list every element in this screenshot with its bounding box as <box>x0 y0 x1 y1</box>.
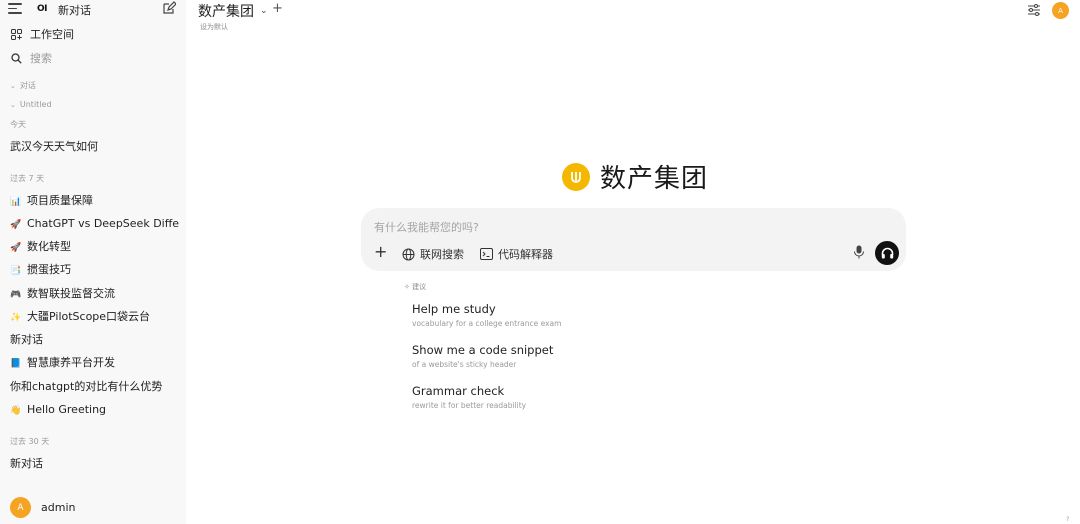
group-label-7days: 过去 7 天 <box>10 174 45 183</box>
add-model-button[interactable]: + <box>272 1 283 16</box>
group-label-today: 今天 <box>10 120 26 129</box>
microphone-icon[interactable] <box>853 245 865 259</box>
menu-icon[interactable] <box>8 3 22 15</box>
user-menu[interactable]: A admin <box>10 497 75 518</box>
game-controller-icon: 🎮 <box>10 290 22 300</box>
sidebar-workspace[interactable]: 工作空间 <box>0 24 186 44</box>
suggestion-item[interactable]: Help me study vocabulary for a college e… <box>412 302 612 328</box>
chat-input[interactable]: 有什么我能帮您的吗? <box>374 219 479 235</box>
group-label-30days: 过去 30 天 <box>10 437 50 446</box>
chat-item[interactable]: 📑 掼蛋技巧 <box>10 261 180 279</box>
sidebar-search[interactable]: 搜索 <box>0 48 186 68</box>
terminal-icon <box>480 248 493 260</box>
workspace-label: 工作空间 <box>30 28 74 41</box>
chat-item[interactable]: 🎮 数智联投监督交流 <box>10 285 180 303</box>
chat-item[interactable]: 新对话 <box>10 455 180 473</box>
user-name: admin <box>41 501 76 514</box>
chevron-down-icon: ⌄ <box>10 101 16 109</box>
plus-icon[interactable]: + <box>374 244 387 260</box>
brand-name: 数产集团 <box>600 164 709 194</box>
globe-icon <box>402 248 415 260</box>
card-icon: 📑 <box>10 266 22 276</box>
chart-icon: 📊 <box>10 197 22 207</box>
search-icon <box>10 52 22 64</box>
avatar[interactable]: A <box>1052 2 1069 19</box>
suggestion-item[interactable]: Grammar check rewrite it for better read… <box>412 384 612 410</box>
chat-item[interactable]: 武汉今天天气如何 <box>10 138 180 156</box>
chevron-down-icon: ⌄ <box>10 82 16 90</box>
search-input[interactable]: 搜索 <box>30 50 52 66</box>
sidebar: OI 新对话 工作空间 搜索 ⌄ 对话 ⌄ Untitled 今天 武汉今天天气如何… <box>0 0 186 524</box>
brand-header: 数产集团 <box>562 158 708 195</box>
model-name: 数产集团 <box>198 4 254 20</box>
new-chat-link[interactable]: 新对话 <box>58 2 91 18</box>
app-logo: OI <box>37 4 48 14</box>
new-chat-edit-icon[interactable] <box>162 1 176 15</box>
rocket-icon: 🚀 <box>10 220 22 230</box>
help-button[interactable]: ? <box>1066 516 1069 523</box>
folder-chats[interactable]: ⌄ 对话 <box>10 80 36 91</box>
chat-item[interactable]: 你和chatgpt的对比有什么优势 <box>10 378 180 396</box>
sparkles-icon: ✨ <box>10 313 22 323</box>
suggestion-item[interactable]: Show me a code snippet of a website's st… <box>412 343 612 369</box>
wave-icon: 👋 <box>10 406 22 416</box>
chat-item[interactable]: 新对话 <box>10 331 180 349</box>
chat-item[interactable]: 👋 Hello Greeting <box>10 401 180 419</box>
rocket-icon: 🚀 <box>10 243 22 253</box>
chat-composer: 有什么我能帮您的吗? + 联网搜索 代码解释器 <box>361 208 906 271</box>
chat-item[interactable]: 📊 项目质量保障 <box>10 192 180 210</box>
brand-logo-icon <box>562 162 590 191</box>
chat-item[interactable]: ✨ 大疆PilotScope口袋云台 <box>10 308 180 326</box>
sparkle-icon: ✧ <box>404 283 410 291</box>
headphones-icon <box>881 247 893 259</box>
workspace-icon <box>10 28 22 40</box>
chat-item[interactable]: 🚀 数化转型 <box>10 238 180 256</box>
chat-item[interactable]: 🚀 ChatGPT vs DeepSeek Differe <box>10 215 180 233</box>
set-default-link[interactable]: 设为默认 <box>200 22 228 32</box>
book-icon: 📘 <box>10 359 22 369</box>
chat-item[interactable]: 📘 智慧康养平台开发 <box>10 354 180 372</box>
controls-icon[interactable] <box>1027 4 1041 16</box>
avatar: A <box>10 497 31 518</box>
chevron-down-icon: ⌄ <box>260 6 268 16</box>
voice-mode-button[interactable] <box>875 241 899 265</box>
web-search-button[interactable]: 联网搜索 <box>402 246 464 262</box>
suggestions-label: ✧ 建议 <box>404 283 427 291</box>
folder-untitled[interactable]: ⌄ Untitled <box>10 100 52 109</box>
code-interpreter-button[interactable]: 代码解释器 <box>480 246 553 262</box>
model-selector[interactable]: 数产集团 ⌄ <box>198 1 268 21</box>
